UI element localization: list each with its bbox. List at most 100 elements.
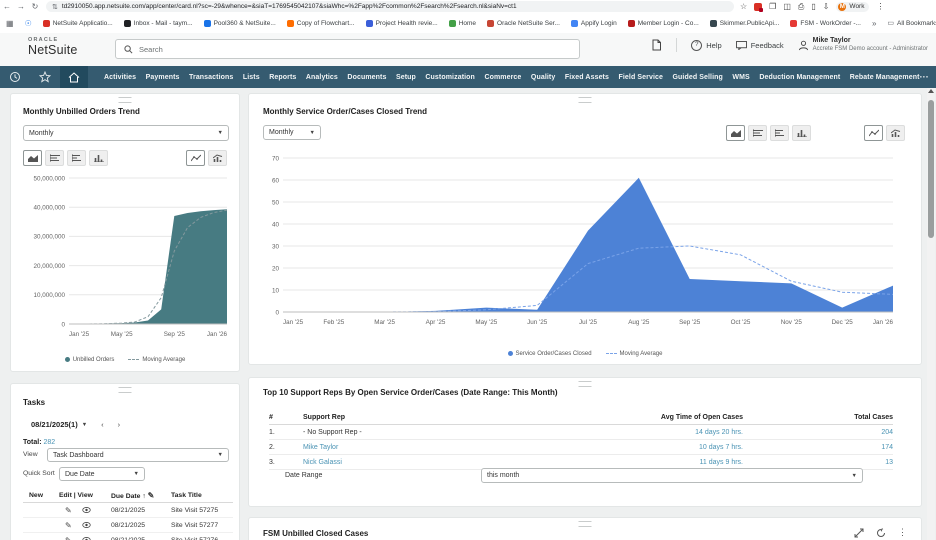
nav-item-transactions[interactable]: Transactions (189, 74, 233, 81)
nav-item-lists[interactable]: Lists (243, 74, 260, 81)
panel-menu-icon[interactable]: ⋮ (898, 527, 907, 538)
period-select[interactable]: Monthly ▼ (23, 125, 229, 141)
rep-name[interactable]: Nick Galassi (303, 459, 603, 466)
edit-pencil-icon[interactable]: ✎ (65, 506, 72, 515)
rep-total-cases[interactable]: 13 (743, 459, 893, 466)
feedback-button[interactable]: Feedback (735, 40, 784, 50)
chart-type-area-icon[interactable] (23, 150, 42, 166)
shortcuts-star-icon[interactable] (30, 66, 60, 88)
nav-item-reports[interactable]: Reports (269, 74, 296, 81)
nav-item-customization[interactable]: Customization (425, 74, 475, 81)
rep-total-cases[interactable]: 204 (743, 429, 893, 436)
task-title[interactable]: Site Visit 57275 (171, 507, 233, 514)
date-range-select[interactable]: this month ▼ (481, 468, 863, 483)
bookmark-item[interactable]: FSM - WorkOrder -... (790, 19, 861, 27)
profile-chip[interactable]: M Work (836, 1, 870, 12)
chart-type-stack-icon[interactable] (748, 125, 767, 141)
nav-item-deduction-management[interactable]: Deduction Management (759, 74, 840, 81)
nav-item-analytics[interactable]: Analytics (306, 74, 338, 81)
recent-records-icon[interactable] (0, 66, 30, 88)
bookmark-item[interactable]: Appify Login (570, 19, 617, 27)
scrollbar-thumb[interactable] (928, 100, 934, 238)
next-day-button[interactable]: › (118, 420, 121, 429)
help-button[interactable]: ? Help (691, 39, 722, 51)
tasks-total-link[interactable]: 282 (44, 439, 56, 446)
bookmark-item[interactable]: Inbox - Mail - taym... (123, 19, 193, 27)
chart-type-barsh-icon[interactable] (770, 125, 789, 141)
global-search-input[interactable]: Search (115, 39, 580, 59)
nav-item-commerce[interactable]: Commerce (484, 74, 521, 81)
nav-item-payments[interactable]: Payments (146, 74, 180, 81)
due-date-sort-header[interactable]: Due Date ↑ ✎ (111, 491, 171, 500)
view-eye-icon[interactable] (82, 522, 91, 528)
drag-handle[interactable] (118, 387, 132, 393)
forward-icon[interactable]: → (14, 2, 28, 11)
drag-handle[interactable] (118, 97, 132, 103)
drag-handle[interactable] (578, 97, 592, 103)
browser-menu-icon[interactable]: ⋮ (876, 2, 884, 11)
rep-avg-time[interactable]: 10 days 7 hrs. (603, 444, 743, 451)
netsuite-logo[interactable]: ORACLE NetSuite (28, 37, 78, 56)
apps-grid-icon[interactable]: ▦ (6, 19, 14, 28)
home-icon[interactable] (60, 66, 88, 88)
nav-item-documents[interactable]: Documents (347, 74, 386, 81)
side-panel-icon[interactable]: ◫ (783, 2, 791, 11)
rep-avg-time[interactable]: 14 days 20 hrs. (603, 429, 743, 436)
chart-type-colline-icon[interactable] (886, 125, 905, 141)
edit-column-icon[interactable]: ✎ (148, 491, 155, 500)
rep-name[interactable]: Mike Taylor (303, 444, 603, 451)
nav-item-wms[interactable]: WMS (732, 74, 749, 81)
nav-item-field-service[interactable]: Field Service (619, 74, 664, 81)
edit-pencil-icon[interactable]: ✎ (65, 521, 72, 530)
chart-type-line-icon[interactable] (186, 150, 205, 166)
chart-type-area-icon[interactable] (726, 125, 745, 141)
extension-icon[interactable] (754, 2, 764, 12)
bookmark-item[interactable]: Skimmer.PublicApi... (709, 19, 779, 27)
bookmark-item[interactable]: Pool360 & NetSuite... (203, 19, 276, 27)
chart-type-stack-icon[interactable] (45, 150, 64, 166)
nav-item-quality[interactable]: Quality (531, 74, 555, 81)
globe-icon[interactable]: ☉ (25, 19, 32, 28)
edit-pencil-icon[interactable]: ✎ (65, 536, 72, 540)
print-icon[interactable]: ⎙ (798, 2, 804, 12)
drag-handle[interactable] (578, 521, 592, 527)
extensions-puzzle-icon[interactable]: ❐ (769, 2, 776, 11)
bookmarks-overflow-chevron[interactable]: » (872, 19, 876, 28)
reload-icon[interactable]: ↻ (28, 2, 42, 11)
tasks-quicksort-select[interactable]: Due Date ▼ (59, 467, 145, 481)
expand-icon[interactable] (854, 528, 864, 538)
nav-item-fixed-assets[interactable]: Fixed Assets (565, 74, 609, 81)
address-bar[interactable]: ⇅ td2910050.app.netsuite.com/app/center/… (46, 1, 734, 12)
nav-item-activities[interactable]: Activities (104, 74, 136, 81)
chart-type-cols-icon[interactable] (89, 150, 108, 166)
all-bookmarks[interactable]: ▭ All Bookmarks (887, 19, 936, 28)
scrollbar-up-arrow[interactable] (928, 89, 934, 93)
bookmark-item[interactable]: Copy of Flowchart... (286, 19, 355, 27)
bookmark-item[interactable]: Member Login - Co... (627, 19, 699, 27)
download-icon[interactable]: ⇩ (823, 2, 830, 11)
bookmark-item[interactable]: Project Health revie... (365, 19, 438, 27)
site-info-icon[interactable]: ⇅ (52, 3, 58, 11)
task-title[interactable]: Site Visit 57277 (171, 522, 233, 529)
rep-avg-time[interactable]: 11 days 9 hrs. (603, 459, 743, 466)
chart-type-colline-icon[interactable] (208, 150, 227, 166)
nav-more[interactable]: ··· (920, 72, 929, 82)
nav-item-guided-selling[interactable]: Guided Selling (673, 74, 723, 81)
cast-icon[interactable]: ▯ (811, 2, 815, 11)
bookmark-item[interactable]: NetSuite Applicatio... (42, 19, 113, 27)
create-new-icon[interactable] (651, 39, 662, 51)
user-menu[interactable]: Mike Taylor Accrete FSM Demo account - A… (798, 37, 928, 53)
prev-day-button[interactable]: ‹ (101, 420, 104, 429)
bookmark-star-icon[interactable]: ☆ (740, 2, 747, 11)
chart-type-line-icon[interactable] (864, 125, 883, 141)
back-icon[interactable]: ← (0, 2, 14, 11)
task-title[interactable]: Site Visit 57276 (171, 537, 233, 540)
drag-handle[interactable] (578, 381, 592, 387)
nav-item-setup[interactable]: Setup (396, 74, 416, 81)
view-eye-icon[interactable] (82, 507, 91, 513)
tasks-date-nav[interactable]: 08/21/2025(1) ▼ (31, 420, 87, 429)
chart-type-barsh-icon[interactable] (67, 150, 86, 166)
refresh-icon[interactable] (876, 527, 886, 538)
chart-type-cols-icon[interactable] (792, 125, 811, 141)
nav-item-rebate-management[interactable]: Rebate Management (850, 74, 920, 81)
